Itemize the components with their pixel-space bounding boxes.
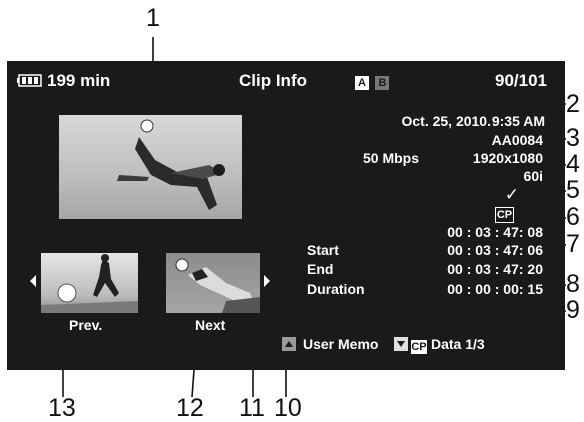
- bitrate: 50 Mbps: [362, 150, 419, 166]
- callout-12: 12: [176, 394, 204, 422]
- prev-clip-thumbnail[interactable]: [41, 253, 138, 313]
- slot-b-badge: B: [375, 76, 390, 90]
- main-clip-thumbnail: [59, 115, 242, 219]
- callout-1: 1: [146, 4, 160, 32]
- callout-6: 6: [566, 203, 580, 231]
- callout-11: 11: [239, 394, 265, 422]
- timecode-current: 00 : 03 : 47: 08: [447, 224, 543, 240]
- clip-counter: 90/101: [495, 71, 547, 90]
- user-memo-label: User Memo: [303, 336, 379, 352]
- footer-cp-badge: CP: [411, 337, 427, 355]
- clip-info-screen: 199 min Clip Info A B 90/101 Oct. 25, 20…: [7, 61, 565, 370]
- prev-arrow-icon[interactable]: [30, 275, 36, 287]
- next-arrow-icon[interactable]: [264, 275, 270, 287]
- card-slot-indicator: A B: [355, 73, 390, 91]
- prev-label[interactable]: Prev.: [69, 317, 102, 333]
- resolution: 1920x1080: [472, 150, 543, 166]
- callout-7: 7: [566, 230, 580, 258]
- callout-8: 8: [566, 270, 580, 298]
- callout-4: 4: [566, 150, 580, 178]
- frame-rate: 60i: [523, 168, 543, 184]
- recording-time: 9:35 AM: [491, 113, 545, 129]
- next-clip-thumbnail[interactable]: [166, 253, 260, 313]
- duration-label: Duration: [307, 281, 365, 297]
- page-title: Clip Info: [239, 71, 307, 90]
- data-page-label: Data 1/3: [431, 336, 485, 352]
- clip-name: AA0084: [491, 132, 543, 148]
- callout-2: 2: [566, 90, 580, 118]
- footer-cp-text: CP: [411, 340, 427, 354]
- callout-5: 5: [566, 176, 580, 204]
- cp-badge: CP: [495, 205, 514, 223]
- slot-a-badge: A: [355, 76, 369, 90]
- duration-timecode: 00 : 00 : 00: 15: [447, 281, 543, 297]
- callout-10: 10: [274, 394, 302, 422]
- up-arrow-icon: [282, 337, 296, 351]
- callout-3: 3: [566, 124, 580, 152]
- battery-time: 199 min: [47, 71, 111, 90]
- start-label: Start: [307, 242, 339, 258]
- next-label[interactable]: Next: [195, 317, 225, 333]
- end-timecode: 00 : 03 : 47: 20: [447, 261, 543, 277]
- callout-9: 9: [566, 296, 580, 324]
- callout-13: 13: [48, 394, 76, 422]
- end-label: End: [307, 261, 334, 277]
- cp-badge-text: CP: [495, 207, 514, 223]
- battery-icon: [17, 74, 43, 92]
- down-arrow-icon: [394, 337, 408, 351]
- start-timecode: 00 : 03 : 47: 06: [447, 242, 543, 258]
- checkmark-icon: ✓: [504, 185, 519, 204]
